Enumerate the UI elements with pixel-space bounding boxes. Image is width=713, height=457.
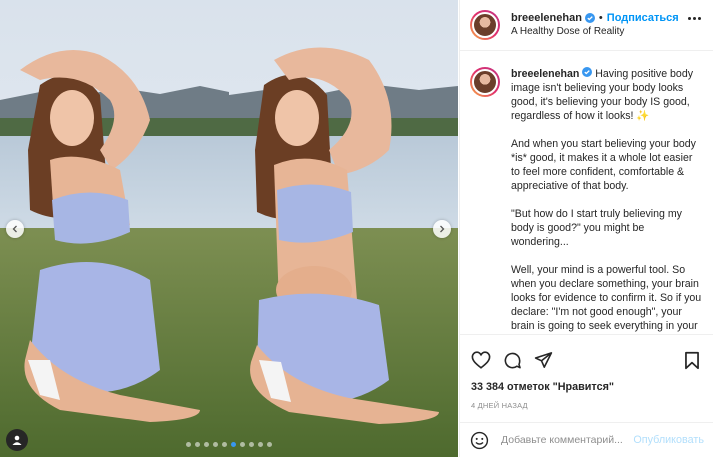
verified-badge-icon [582, 67, 593, 77]
ellipsis-icon[interactable] [688, 17, 701, 20]
post-actions: 33 384 отметок "Нравится" 4 ДНЕЙ НАЗАД [460, 334, 713, 410]
carousel-dot [213, 442, 218, 447]
paper-plane-icon[interactable] [534, 351, 553, 369]
caption-avatar[interactable] [470, 67, 500, 97]
photo-after [229, 0, 458, 457]
caption-section: breeelenehan Having positive body image … [460, 51, 713, 333]
carousel-dot [267, 442, 272, 447]
caption-paragraph: "But how do I start truly believing my b… [511, 208, 682, 248]
chevron-right-icon [440, 225, 445, 233]
post-comment-button[interactable]: Опубликовать [633, 434, 704, 446]
post-media[interactable] [0, 0, 458, 457]
carousel-prev-button[interactable] [6, 220, 24, 238]
heart-icon[interactable] [471, 351, 491, 369]
caption-text: breeelenehan Having positive body image … [511, 67, 703, 333]
carousel-dots [0, 442, 458, 447]
follow-button[interactable]: Подписаться [607, 11, 679, 25]
comment-bar: Опубликовать [460, 422, 713, 457]
post-timestamp[interactable]: 4 ДНЕЙ НАЗАД [460, 393, 713, 410]
user-tag-button[interactable] [6, 429, 28, 451]
caption-username[interactable]: breeelenehan [511, 68, 579, 80]
avatar[interactable] [470, 10, 500, 40]
caption-paragraph: And when you start believing your body *… [511, 138, 696, 192]
bullet-separator: • [598, 12, 603, 24]
likes-count[interactable]: 33 384 отметок "Нравится" [460, 375, 713, 393]
comment-bubble-icon[interactable] [503, 351, 522, 370]
carousel-next-button[interactable] [433, 220, 451, 238]
comment-input[interactable] [501, 434, 629, 446]
carousel-dot [195, 442, 200, 447]
carousel-dot [186, 442, 191, 447]
smiley-icon[interactable] [470, 431, 489, 450]
caption-paragraph: Well, your mind is a powerful tool. So w… [511, 264, 702, 332]
username-link[interactable]: breeelenehan [511, 11, 582, 25]
photo-before [0, 0, 229, 457]
verified-badge-icon [584, 13, 595, 23]
carousel-dot [222, 442, 227, 447]
carousel-dot [249, 442, 254, 447]
carousel-dot [258, 442, 263, 447]
carousel-dot [231, 442, 236, 447]
carousel-dot [240, 442, 245, 447]
user-tag-icon [12, 435, 22, 445]
post-side-panel: breeelenehan • Подписаться A Healthy Dos… [459, 0, 713, 457]
location-link[interactable]: A Healthy Dose of Reality [511, 25, 679, 39]
bookmark-icon[interactable] [684, 351, 700, 370]
chevron-left-icon [12, 225, 17, 233]
carousel-dot [204, 442, 209, 447]
post-header: breeelenehan • Подписаться A Healthy Dos… [460, 0, 713, 51]
